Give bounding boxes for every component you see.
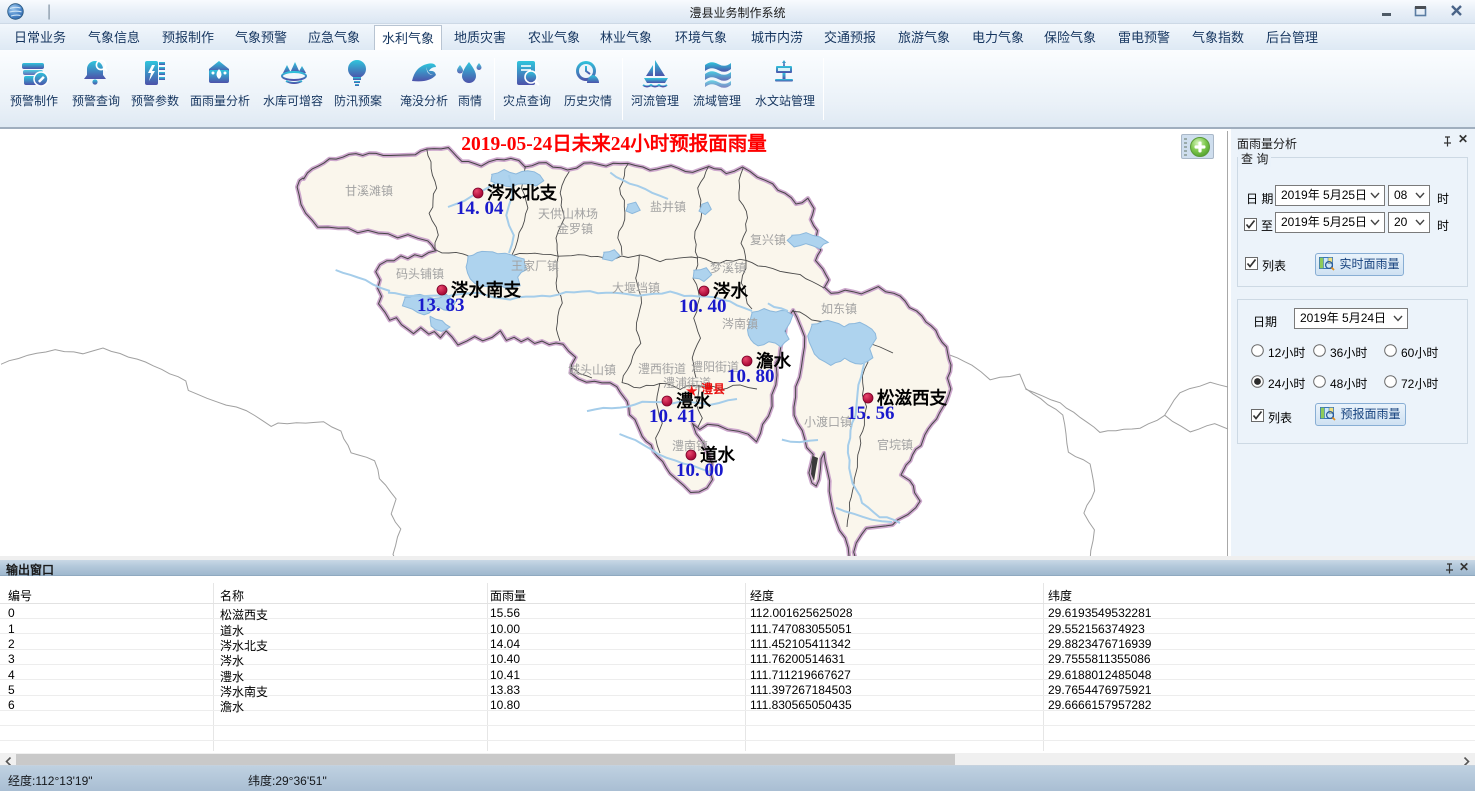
svg-text:官垸镇: 官垸镇 [877, 437, 913, 452]
svg-text:10. 00: 10. 00 [676, 460, 724, 481]
svg-text:13. 83: 13. 83 [417, 295, 465, 316]
svg-text:10. 40: 10. 40 [679, 296, 727, 317]
svg-text:14. 04: 14. 04 [456, 198, 504, 219]
svg-text:天供山林场: 天供山林场 [538, 207, 598, 221]
svg-text:码头铺镇: 码头铺镇 [396, 267, 444, 281]
svg-text:复兴镇: 复兴镇 [750, 233, 786, 247]
svg-text:10. 80: 10. 80 [727, 366, 775, 387]
svg-text:盐井镇: 盐井镇 [650, 200, 686, 214]
svg-text:甘溪滩镇: 甘溪滩镇 [345, 184, 393, 198]
svg-text:小渡口镇: 小渡口镇 [804, 414, 852, 429]
svg-text:王家厂镇: 王家厂镇 [511, 258, 559, 273]
svg-text:城头山镇: 城头山镇 [568, 363, 616, 377]
svg-text:澧西街道: 澧西街道 [638, 362, 686, 376]
svg-text:15. 56: 15. 56 [847, 403, 895, 424]
svg-text:2019-05-24日未来24小时预报面雨量: 2019-05-24日未来24小时预报面雨量 [461, 132, 767, 155]
svg-text:梦溪镇: 梦溪镇 [710, 261, 746, 275]
svg-text:如东镇: 如东镇 [821, 301, 857, 316]
svg-text:金罗镇: 金罗镇 [557, 221, 593, 236]
svg-text:涔南镇: 涔南镇 [722, 316, 758, 331]
svg-text:10. 41: 10. 41 [649, 406, 697, 427]
svg-text:大堰垱镇: 大堰垱镇 [612, 281, 660, 295]
